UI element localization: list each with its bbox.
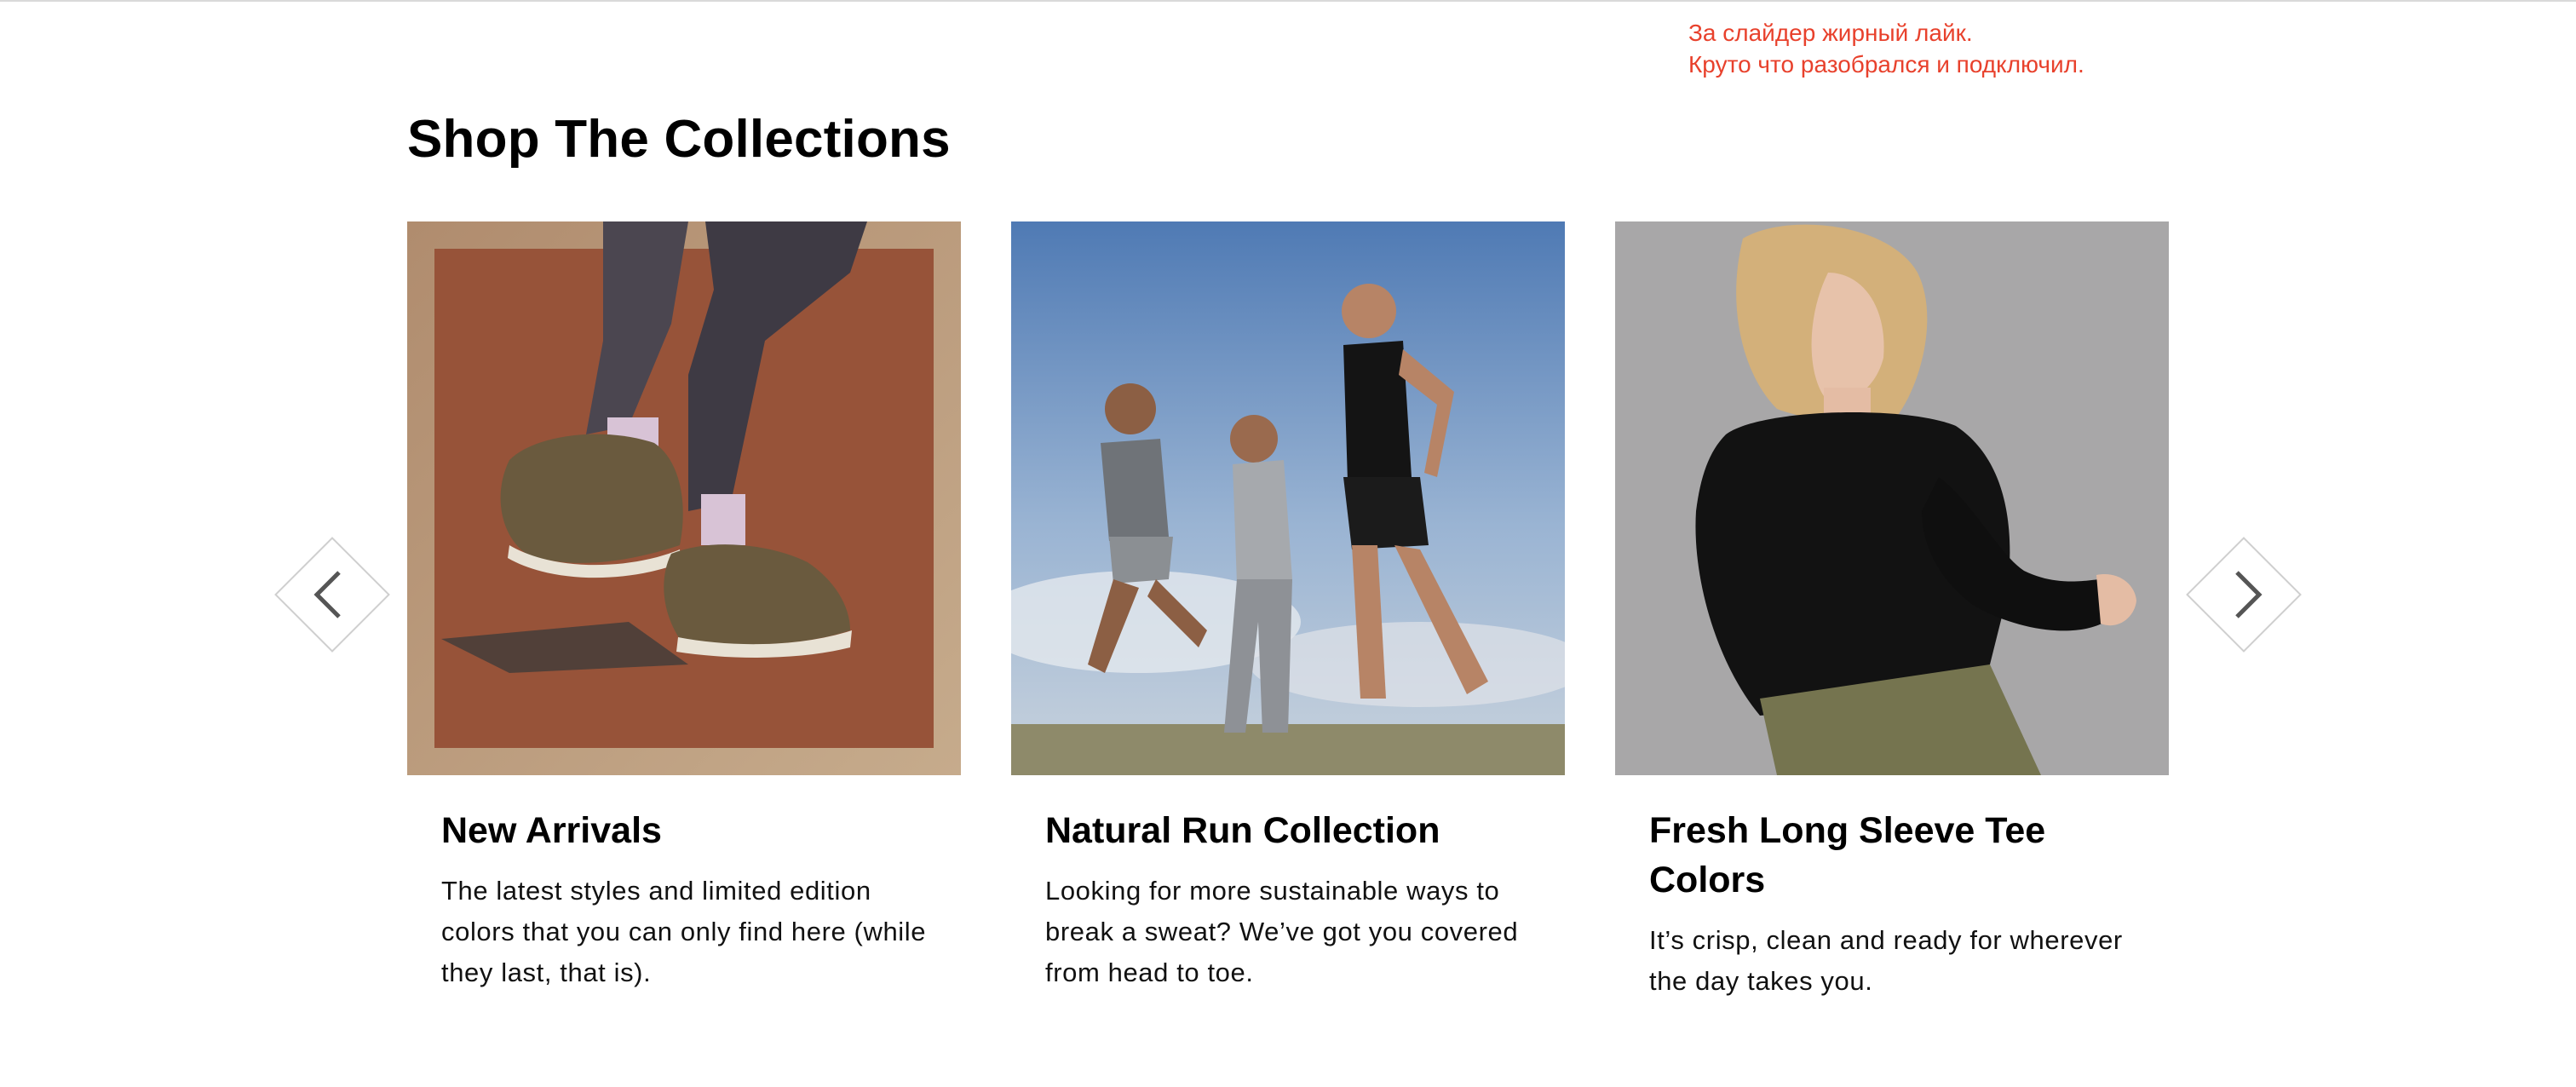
section-title: Shop The Collections [407, 110, 951, 169]
carousel-prev-button[interactable] [274, 537, 390, 653]
runners-photo[interactable] [1011, 221, 1565, 775]
card-title[interactable]: New Arrivals [441, 806, 927, 855]
collections-carousel: New Arrivals The latest styles and limit… [407, 221, 2169, 1039]
sneakers-photo[interactable] [407, 221, 961, 775]
card-text: New Arrivals The latest styles and limit… [407, 806, 961, 993]
chevron-left-icon [313, 571, 341, 618]
review-note: За слайдер жирный лайк. Круто что разобр… [1688, 17, 2084, 80]
long-sleeve-tee-photo[interactable] [1615, 221, 2169, 775]
review-note-line-1: За слайдер жирный лайк. [1688, 20, 1973, 46]
collection-card-new-arrivals[interactable]: New Arrivals The latest styles and limit… [407, 221, 961, 993]
card-title[interactable]: Natural Run Collection [1045, 806, 1531, 855]
card-description: It’s crisp, clean and ready for wherever… [1649, 925, 2123, 996]
top-divider [0, 0, 2576, 2]
chevron-right-icon [2235, 571, 2263, 618]
card-description: The latest styles and limited edition co… [441, 876, 927, 987]
collection-card-natural-run[interactable]: Natural Run Collection Looking for more … [1011, 221, 1565, 993]
card-title[interactable]: Fresh Long Sleeve Tee Colors [1649, 806, 2135, 905]
review-note-line-2: Круто что разобрался и подключил. [1688, 51, 2084, 78]
carousel-next-button[interactable] [2186, 537, 2302, 653]
card-text: Natural Run Collection Looking for more … [1011, 806, 1565, 993]
card-text: Fresh Long Sleeve Tee Colors It’s crisp,… [1615, 806, 2169, 1002]
card-description: Looking for more sustainable ways to bre… [1045, 876, 1519, 987]
collection-card-long-sleeve-tee[interactable]: Fresh Long Sleeve Tee Colors It’s crisp,… [1615, 221, 2169, 1002]
